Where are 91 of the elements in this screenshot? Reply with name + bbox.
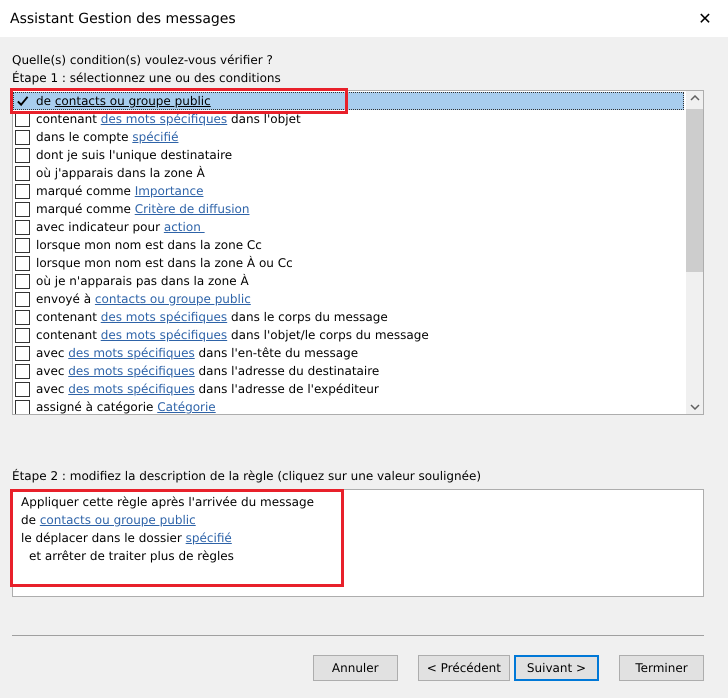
scrollbar[interactable]: [686, 91, 703, 414]
condition-text: avec: [36, 382, 66, 396]
description-text: le déplacer dans le dossier: [21, 531, 183, 545]
condition-text: avec indicateur pour: [36, 220, 162, 234]
dialog-button[interactable]: < Précédent: [418, 655, 510, 681]
scroll-thumb[interactable]: [686, 109, 703, 272]
condition-row[interactable]: avec des mots spécifiques dans l'adresse de l'expéditeur: [13, 380, 686, 398]
checkbox[interactable]: [15, 328, 30, 342]
condition-row[interactable]: avec indicateur pour action: [13, 218, 686, 236]
condition-text: lorsque mon nom est dans la zone À ou Cc: [36, 256, 293, 270]
condition-row[interactable]: envoyé à contacts ou groupe public: [13, 290, 686, 308]
condition-row[interactable]: lorsque mon nom est dans la zone À ou Cc: [13, 254, 686, 272]
condition-row[interactable]: dont je suis l'unique destinataire: [13, 146, 686, 164]
condition-link[interactable]: des mots spécifiques: [100, 112, 228, 126]
condition-link[interactable]: Importance: [134, 184, 204, 198]
condition-text: contenant: [36, 310, 98, 324]
condition-row[interactable]: contenant des mots spécifiques dans l'objet: [13, 110, 686, 128]
condition-link[interactable]: des mots spécifiques: [100, 310, 228, 324]
question-label: Quelle(s) condition(s) voulez-vous vérifier ?: [12, 52, 274, 69]
dialog-button[interactable]: Suivant >: [514, 655, 599, 681]
close-button[interactable]: ✕: [682, 0, 728, 37]
checkbox[interactable]: [15, 400, 30, 414]
condition-link[interactable]: des mots spécifiques: [68, 382, 195, 396]
checkbox[interactable]: [15, 364, 30, 378]
description-text: Appliquer cette règle après l'arrivée du message: [21, 495, 314, 509]
condition-link[interactable]: Catégorie: [157, 400, 216, 414]
checkbox[interactable]: [15, 256, 30, 270]
checkbox[interactable]: [15, 202, 30, 216]
condition-link[interactable]: Critère de diffusion: [134, 202, 250, 216]
condition-link[interactable]: contacts ou groupe public: [94, 292, 251, 306]
window-title: Assistant Gestion des messages: [10, 10, 236, 26]
checkbox[interactable]: [15, 94, 30, 108]
condition-text: assigné à catégorie: [36, 400, 154, 414]
condition-text: marqué comme: [36, 202, 132, 216]
checkbox[interactable]: [15, 274, 30, 288]
step-label: Étape 2 : modifiez la description de la règle (cliquez sur une valeur soulignée): [12, 468, 482, 485]
condition-row[interactable]: dans le compte spécifié: [13, 128, 686, 146]
checkbox[interactable]: [15, 310, 30, 324]
scroll-up-icon[interactable]: [690, 95, 700, 101]
description-text: et arrêter de traiter plus de règles: [29, 549, 234, 563]
condition-text: dans le corps du message: [230, 310, 388, 324]
condition-text: dans l'en-tête du message: [198, 346, 358, 360]
condition-text: de: [36, 94, 52, 108]
condition-text: où j'apparais dans la zone À: [36, 166, 205, 180]
condition-row[interactable]: lorsque mon nom est dans la zone Cc: [13, 236, 686, 254]
condition-text: marqué comme: [36, 184, 132, 198]
checkbox[interactable]: [15, 346, 30, 360]
condition-link[interactable]: contacts ou groupe public: [54, 94, 211, 108]
description-link[interactable]: contacts ou groupe public: [40, 513, 196, 527]
condition-row[interactable]: assigné à catégorie Catégorie: [13, 398, 686, 414]
condition-row[interactable]: de contacts ou groupe public: [13, 92, 684, 110]
checkbox[interactable]: [15, 184, 30, 198]
condition-text: contenant: [36, 112, 98, 126]
condition-row[interactable]: où je n'apparais pas dans la zone À: [13, 272, 686, 290]
condition-link[interactable]: des mots spécifiques: [68, 346, 195, 360]
condition-text: contenant: [36, 328, 98, 342]
condition-row[interactable]: marqué comme Critère de diffusion: [13, 200, 686, 218]
condition-text: dans le compte: [36, 130, 130, 144]
condition-row[interactable]: marqué comme Importance: [13, 182, 686, 200]
checkbox[interactable]: [15, 148, 30, 162]
condition-text: avec: [36, 364, 66, 378]
step-label: Étape 1 : sélectionnez une ou des conditions: [12, 70, 282, 87]
condition-text: dans l'adresse de l'expéditeur: [198, 382, 379, 396]
scroll-down-icon[interactable]: [690, 404, 700, 410]
condition-text: envoyé à: [36, 292, 92, 306]
condition-text: où je n'apparais pas dans la zone À: [36, 274, 249, 288]
checkbox[interactable]: [15, 220, 30, 234]
condition-text: dans l'objet/le corps du message: [230, 328, 429, 342]
condition-link[interactable]: des mots spécifiques: [68, 364, 195, 378]
dialog-button[interactable]: Annuler: [312, 655, 398, 681]
condition-row[interactable]: contenant des mots spécifiques dans l'objet/le corps du message: [13, 326, 686, 344]
condition-text: dont je suis l'unique destinataire: [36, 148, 232, 162]
description-link[interactable]: spécifié: [186, 531, 232, 545]
condition-text: avec: [36, 346, 66, 360]
condition-row[interactable]: contenant des mots spécifiques dans le corps du message: [13, 308, 686, 326]
checkbox[interactable]: [15, 382, 30, 396]
condition-row[interactable]: où j'apparais dans la zone À: [13, 164, 686, 182]
condition-text: lorsque mon nom est dans la zone Cc: [36, 238, 262, 252]
condition-link[interactable]: des mots spécifiques: [100, 328, 228, 342]
checkbox[interactable]: [15, 166, 30, 180]
checkbox[interactable]: [15, 238, 30, 252]
condition-row[interactable]: avec des mots spécifiques dans l'en-tête du message: [13, 344, 686, 362]
condition-link[interactable]: spécifié: [132, 130, 178, 144]
description-text: de: [21, 513, 37, 527]
condition-text: dans l'objet: [230, 112, 301, 126]
checkbox[interactable]: [15, 130, 30, 144]
checkbox[interactable]: [15, 292, 30, 306]
condition-link[interactable]: action: [164, 220, 205, 234]
dialog-button[interactable]: Terminer: [619, 655, 704, 681]
condition-row[interactable]: avec des mots spécifiques dans l'adresse du destinataire: [13, 362, 686, 380]
condition-text: dans l'adresse du destinataire: [198, 364, 380, 378]
